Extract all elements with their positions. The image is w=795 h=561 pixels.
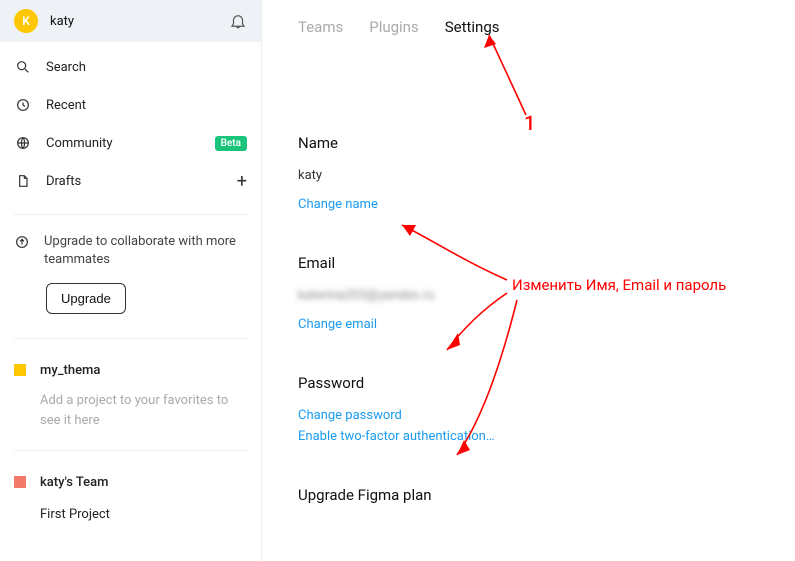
section-title: Name bbox=[298, 134, 765, 152]
nav-label: Search bbox=[46, 60, 86, 75]
enable-2fa-link[interactable]: Enable two-factor authentication… bbox=[298, 429, 765, 444]
nav-search[interactable]: Search bbox=[0, 48, 261, 86]
divider bbox=[14, 450, 247, 451]
name-value: katy bbox=[298, 168, 765, 183]
favorites-hint: Add a project to your favorites to see i… bbox=[14, 387, 247, 442]
team-color-icon bbox=[14, 476, 26, 488]
sidebar: K katy Search Recent bbox=[0, 0, 262, 561]
nav-list: Search Recent Community Beta Drafts bbox=[0, 42, 261, 206]
email-value: katerina203@yandex.ru bbox=[298, 288, 765, 303]
clock-icon bbox=[14, 96, 32, 114]
team-my-thema: my_thema Add a project to your favorites… bbox=[0, 347, 261, 442]
tabs: Teams Plugins Settings bbox=[298, 10, 765, 44]
upgrade-block: Upgrade to collaborate with more teammat… bbox=[0, 223, 261, 330]
section-email: Email katerina203@yandex.ru Change email bbox=[298, 254, 765, 332]
team-name: my_thema bbox=[40, 363, 100, 378]
section-name: Name katy Change name bbox=[298, 134, 765, 212]
tab-plugins[interactable]: Plugins bbox=[369, 18, 418, 36]
bell-icon[interactable] bbox=[229, 12, 247, 30]
nav-label: Community bbox=[46, 136, 201, 151]
divider bbox=[14, 214, 247, 215]
section-title: Upgrade Figma plan bbox=[298, 486, 765, 504]
main: Teams Plugins Settings Name katy Change … bbox=[262, 0, 795, 561]
upgrade-button[interactable]: Upgrade bbox=[46, 283, 126, 314]
team-name: katy's Team bbox=[40, 475, 108, 490]
plus-icon[interactable]: + bbox=[237, 171, 247, 192]
globe-icon bbox=[14, 134, 32, 152]
upgrade-text: Upgrade to collaborate with more teammat… bbox=[44, 233, 247, 269]
annotation-number: 1 bbox=[524, 111, 535, 135]
section-title: Email bbox=[298, 254, 765, 272]
nav-label: Recent bbox=[46, 98, 86, 113]
change-email-link[interactable]: Change email bbox=[298, 317, 765, 332]
avatar: K bbox=[14, 9, 38, 33]
beta-badge: Beta bbox=[215, 136, 247, 151]
section-title: Password bbox=[298, 374, 765, 392]
user-name: katy bbox=[50, 14, 217, 29]
divider bbox=[14, 338, 247, 339]
section-password: Password Change password Enable two-fact… bbox=[298, 374, 765, 444]
team-header[interactable]: my_thema bbox=[14, 353, 247, 387]
team-header[interactable]: katy's Team bbox=[14, 465, 247, 499]
tab-settings[interactable]: Settings bbox=[445, 18, 500, 36]
search-icon bbox=[14, 58, 32, 76]
project-item[interactable]: First Project bbox=[14, 499, 247, 530]
nav-label: Drafts bbox=[46, 174, 223, 189]
team-color-icon bbox=[14, 364, 26, 376]
user-row[interactable]: K katy bbox=[0, 0, 261, 42]
change-name-link[interactable]: Change name bbox=[298, 197, 765, 212]
nav-recent[interactable]: Recent bbox=[0, 86, 261, 124]
upload-icon bbox=[14, 233, 30, 251]
change-password-link[interactable]: Change password bbox=[298, 408, 765, 423]
nav-community[interactable]: Community Beta bbox=[0, 124, 261, 162]
nav-drafts[interactable]: Drafts + bbox=[0, 162, 261, 200]
file-icon bbox=[14, 172, 32, 190]
team-katys: katy's Team First Project bbox=[0, 459, 261, 530]
tab-teams[interactable]: Teams bbox=[298, 18, 343, 36]
section-upgrade-plan: Upgrade Figma plan bbox=[298, 486, 765, 504]
